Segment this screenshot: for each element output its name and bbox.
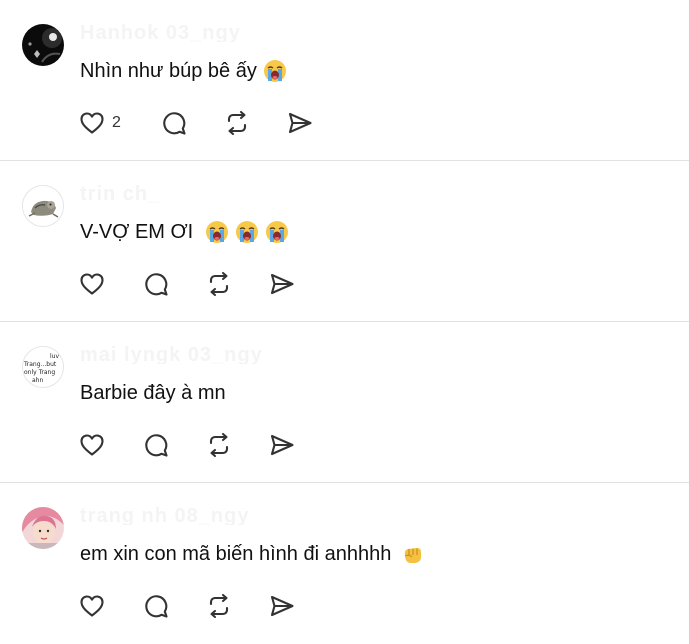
speech-bubble-icon (145, 434, 168, 457)
avatar[interactable] (22, 185, 64, 227)
share-button[interactable] (268, 428, 308, 462)
username[interactable]: trin ch_ (80, 183, 290, 203)
comment-text: V-VỢ EM ƠI (80, 221, 194, 243)
comment-actions: 2 (78, 106, 326, 140)
username[interactable]: mai lyngk 03_ngy (80, 344, 290, 364)
avatar[interactable]: luv Trang...but only Trang ahn (22, 346, 64, 388)
fist-icon (401, 542, 425, 566)
repost-button[interactable] (205, 428, 268, 462)
reply-button[interactable] (142, 589, 205, 623)
repost-icon (209, 271, 229, 297)
avatar-text: only Trang (24, 369, 55, 376)
comment-item: trang nh 08_ngy em xin con mã biến hình … (0, 483, 689, 644)
send-icon (270, 595, 294, 617)
like-button[interactable] (78, 267, 142, 301)
reply-button[interactable] (142, 428, 205, 462)
send-icon (270, 434, 294, 456)
comment-actions (78, 428, 308, 462)
loudly-crying-face-icon (265, 220, 289, 244)
comment-actions (78, 267, 308, 301)
loudly-crying-face-icon (235, 220, 259, 244)
share-button[interactable] (268, 267, 308, 301)
like-button[interactable]: 2 (78, 106, 160, 140)
avatar[interactable] (22, 507, 64, 549)
comment-item: trin ch_ V-VỢ EM ƠI (0, 161, 689, 322)
comment-text: Nhìn như búp bê ấy (80, 60, 257, 82)
comment-item: luv Trang...but only Trang ahn mai lyngk… (0, 322, 689, 483)
repost-icon (209, 593, 229, 619)
heart-icon (80, 434, 104, 456)
repost-button[interactable] (223, 106, 286, 140)
reply-button[interactable] (142, 267, 205, 301)
repost-button[interactable] (205, 267, 268, 301)
comment-body: em xin con mã biến hình đi anhhhh (80, 539, 425, 569)
like-button[interactable] (78, 428, 142, 462)
comment-text: Barbie đây à mn (80, 382, 226, 404)
speech-bubble-icon (163, 112, 186, 135)
comment-feed: Hanhok 03_ngy Nhìn như búp bê ấy 2 trin … (0, 0, 689, 623)
comment-text: em xin con mã biến hình đi anhhhh (80, 543, 392, 565)
share-button[interactable] (286, 106, 326, 140)
comment-body: V-VỢ EM ƠI (80, 217, 289, 247)
repost-icon (227, 110, 247, 136)
avatar-text: Trang...but (23, 361, 57, 368)
heart-icon (80, 273, 104, 295)
repost-icon (209, 432, 229, 458)
speech-bubble-icon (145, 273, 168, 296)
comment-actions (78, 589, 308, 623)
share-button[interactable] (268, 589, 308, 623)
heart-icon (80, 595, 104, 617)
speech-bubble-icon (145, 595, 168, 618)
like-button[interactable] (78, 589, 142, 623)
heart-icon (80, 112, 104, 134)
comment-item: Hanhok 03_ngy Nhìn như búp bê ấy 2 (0, 0, 689, 161)
loudly-crying-face-icon (205, 220, 229, 244)
loudly-crying-face-icon (263, 59, 287, 83)
avatar-text: luv (50, 353, 59, 360)
like-count: 2 (112, 114, 121, 131)
username[interactable]: trang nh 08_ngy (80, 505, 290, 525)
avatar[interactable] (22, 24, 64, 66)
repost-button[interactable] (205, 589, 268, 623)
comment-body: Nhìn như búp bê ấy (80, 56, 287, 86)
avatar-text: ahn (32, 377, 43, 384)
send-icon (288, 112, 312, 134)
reply-button[interactable] (160, 106, 223, 140)
send-icon (270, 273, 294, 295)
comment-body: Barbie đây à mn (80, 378, 226, 408)
username[interactable]: Hanhok 03_ngy (80, 22, 290, 42)
